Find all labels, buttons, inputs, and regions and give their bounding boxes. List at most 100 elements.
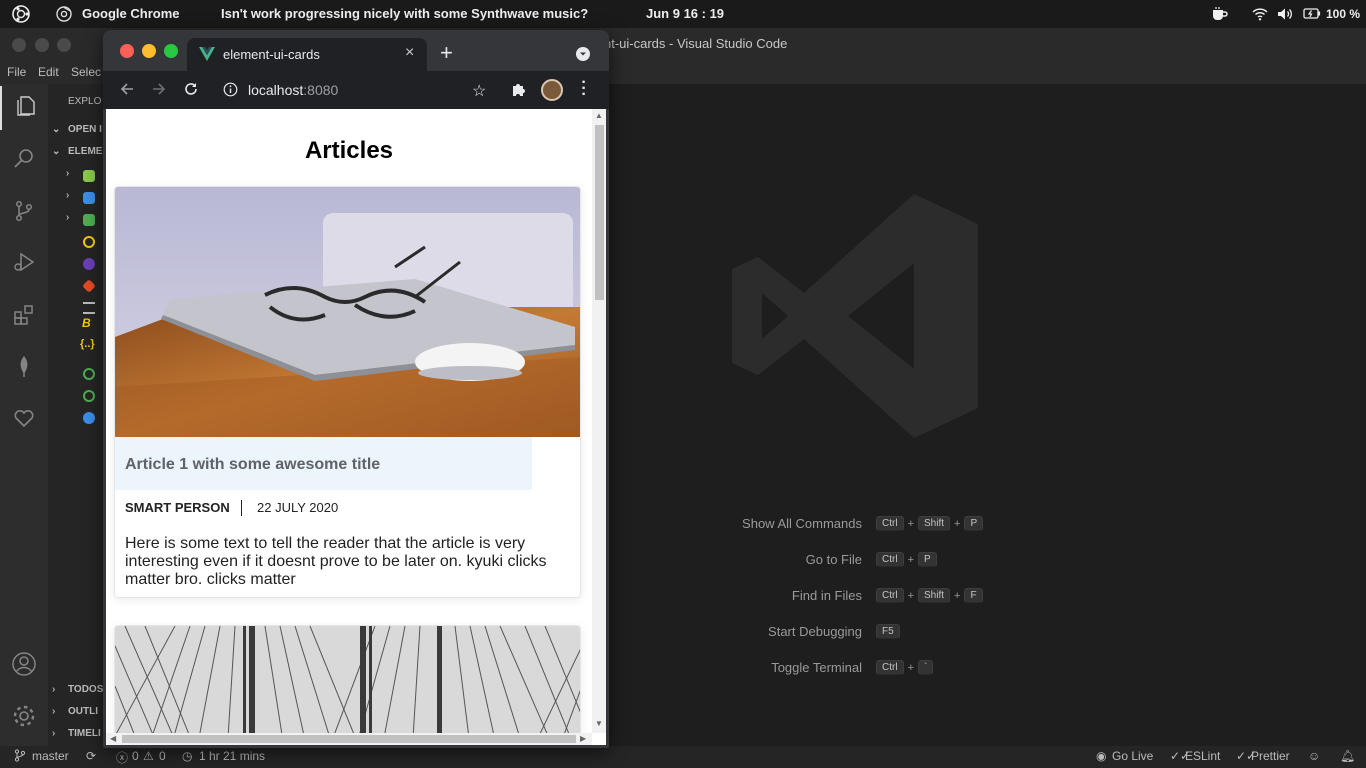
manage-activity[interactable] bbox=[0, 696, 48, 740]
public-folder-icon[interactable] bbox=[83, 192, 95, 204]
timeline-section[interactable]: › TIMELI bbox=[52, 728, 101, 739]
eslint-status[interactable]: ESLint bbox=[1185, 749, 1220, 763]
coffee-icon[interactable] bbox=[1211, 6, 1228, 25]
vscode-close-button[interactable] bbox=[12, 38, 26, 52]
active-app-name[interactable]: Google Chrome bbox=[82, 6, 180, 21]
chevron-right-icon[interactable]: › bbox=[66, 190, 69, 201]
babel-config-icon[interactable]: B bbox=[82, 316, 91, 330]
error-icon[interactable]: ⓧ bbox=[116, 749, 128, 766]
hint-keys-show-all-commands: Ctrl + Shift + P bbox=[876, 516, 984, 531]
git-branch[interactable]: master bbox=[32, 749, 69, 763]
mongodb-activity[interactable] bbox=[0, 346, 48, 390]
text-file-icon[interactable] bbox=[83, 302, 95, 314]
menu-edit[interactable]: Edit bbox=[38, 65, 59, 79]
volume-icon[interactable] bbox=[1277, 7, 1294, 24]
close-window-button[interactable] bbox=[120, 44, 134, 58]
open-editors-section[interactable]: ⌄ OPEN I bbox=[52, 124, 102, 135]
clock[interactable]: Jun 9 16 : 19 bbox=[646, 6, 724, 21]
article-card[interactable]: Article 1 with some awesome title SMART … bbox=[114, 186, 581, 598]
reload-icon[interactable] bbox=[183, 81, 199, 102]
vscode-minimize-button[interactable] bbox=[35, 38, 49, 52]
scroll-right-arrow-icon[interactable]: ▶ bbox=[580, 734, 586, 743]
timeline-label: TIMELI bbox=[68, 728, 101, 739]
feedback-icon[interactable]: ☺ bbox=[1308, 749, 1320, 763]
todos-section[interactable]: › TODOS bbox=[52, 684, 103, 695]
battery-icon[interactable] bbox=[1303, 7, 1321, 23]
page-viewport[interactable]: Articles Article 1 with some awesome tit… bbox=[106, 109, 606, 745]
error-count[interactable]: 0 bbox=[132, 749, 139, 763]
vertical-scrollbar[interactable]: ▲ ▼ bbox=[592, 109, 606, 733]
chevron-right-icon[interactable]: › bbox=[66, 212, 69, 223]
sync-icon[interactable]: ⟳ bbox=[86, 749, 96, 763]
tab-search-button[interactable] bbox=[576, 47, 590, 61]
vscode-logo-icon bbox=[732, 191, 982, 446]
json-file-icon[interactable]: {..} bbox=[80, 338, 95, 350]
vertical-scroll-thumb[interactable] bbox=[595, 125, 604, 300]
extensions-puzzle-icon[interactable] bbox=[511, 81, 527, 102]
vscode-maximize-button[interactable] bbox=[57, 38, 71, 52]
git-branch-icon[interactable] bbox=[14, 749, 26, 765]
menu-selection[interactable]: Selec bbox=[71, 65, 101, 79]
kbd-key: Shift bbox=[918, 516, 951, 531]
editor-area[interactable]: Show All Commands Ctrl + Shift + P Go to… bbox=[608, 84, 1366, 746]
run-debug-activity[interactable] bbox=[0, 242, 48, 286]
scroll-left-arrow-icon[interactable]: ◀ bbox=[110, 734, 116, 743]
browser-tab[interactable]: element-ui-cards × bbox=[187, 38, 427, 71]
chevron-down-icon: ⌄ bbox=[52, 124, 61, 135]
node-modules-folder-icon[interactable] bbox=[83, 170, 95, 182]
bookmark-star-icon[interactable]: ☆ bbox=[472, 81, 486, 101]
menu-file[interactable]: File bbox=[7, 65, 26, 79]
kbd-plus: + bbox=[907, 517, 914, 530]
babel-file-icon[interactable] bbox=[83, 236, 95, 248]
explorer-sidebar: EXPLO ⌄ OPEN I ⌄ ELEME › › › B {..} › TO… bbox=[48, 84, 104, 746]
search-activity[interactable] bbox=[0, 138, 48, 182]
chevron-right-icon[interactable]: › bbox=[66, 168, 69, 179]
src-folder-icon[interactable] bbox=[83, 214, 95, 226]
scroll-up-arrow-icon[interactable]: ▲ bbox=[595, 111, 603, 120]
article-card[interactable] bbox=[114, 625, 581, 745]
close-tab-icon[interactable]: × bbox=[405, 44, 414, 62]
prettier-status[interactable]: Prettier bbox=[1251, 749, 1290, 763]
url-port: :8080 bbox=[303, 82, 339, 98]
time-tracked[interactable]: 1 hr 21 mins bbox=[199, 749, 265, 763]
scroll-down-arrow-icon[interactable]: ▼ bbox=[595, 719, 603, 728]
address-bar[interactable]: localhost:8080 bbox=[248, 82, 338, 98]
bell-icon[interactable]: 🔔︎ bbox=[1340, 749, 1355, 763]
project-label: ELEME bbox=[68, 146, 103, 157]
zoom-window-button[interactable] bbox=[164, 44, 178, 58]
article-excerpt: Here is some text to tell the reader tha… bbox=[125, 535, 547, 588]
chevron-right-icon: › bbox=[52, 684, 56, 695]
article-author: SMART PERSON bbox=[125, 500, 230, 515]
new-tab-button[interactable]: + bbox=[440, 40, 453, 66]
site-info-icon[interactable] bbox=[223, 82, 238, 102]
favorites-activity[interactable] bbox=[0, 398, 48, 442]
outline-section[interactable]: › OUTLI bbox=[52, 706, 98, 717]
horizontal-scroll-thumb[interactable] bbox=[122, 735, 576, 743]
warning-count[interactable]: 0 bbox=[159, 749, 166, 763]
config-file-icon[interactable] bbox=[83, 258, 95, 270]
info-file-icon[interactable] bbox=[83, 412, 95, 424]
clock-icon: ◷ bbox=[182, 749, 193, 763]
article-title[interactable]: Article 1 with some awesome title bbox=[125, 456, 380, 474]
horizontal-scrollbar[interactable]: ◀ ▶ bbox=[106, 733, 592, 745]
explorer-activity[interactable] bbox=[0, 86, 48, 130]
profile-avatar[interactable] bbox=[541, 79, 563, 101]
browser-toolbar: localhost:8080 ☆ · · · bbox=[103, 71, 609, 109]
wifi-icon[interactable] bbox=[1252, 7, 1268, 24]
extensions-activity[interactable] bbox=[0, 295, 48, 339]
source-control-activity[interactable] bbox=[0, 191, 48, 235]
forward-arrow-icon[interactable] bbox=[151, 81, 167, 102]
meta-divider bbox=[241, 500, 242, 516]
nodejs-file-icon[interactable] bbox=[83, 368, 95, 380]
more-menu-icon[interactable]: · · · bbox=[581, 75, 587, 103]
project-section[interactable]: ⌄ ELEME bbox=[52, 146, 102, 157]
go-live-button[interactable]: Go Live bbox=[1112, 749, 1153, 763]
warning-icon[interactable]: ⚠ bbox=[143, 749, 154, 763]
back-arrow-icon[interactable] bbox=[119, 81, 135, 102]
git-file-icon[interactable] bbox=[82, 279, 96, 293]
ubuntu-logo-icon[interactable] bbox=[12, 5, 30, 26]
nodejs-file-icon[interactable] bbox=[83, 390, 95, 402]
minimize-window-button[interactable] bbox=[142, 44, 156, 58]
hint-toggle-terminal: Toggle Terminal bbox=[771, 660, 862, 675]
accounts-activity[interactable] bbox=[0, 644, 48, 688]
